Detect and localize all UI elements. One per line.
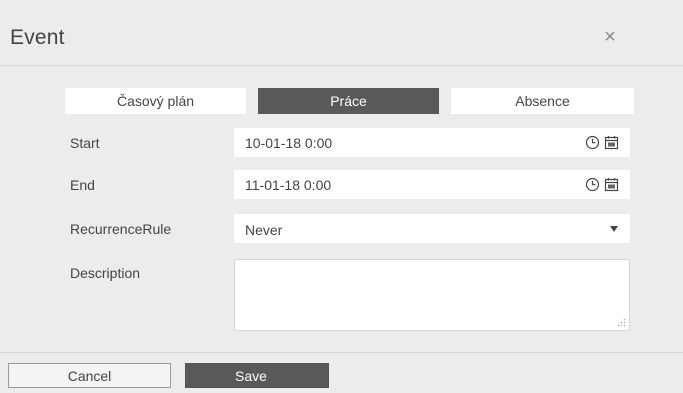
event-dialog: Event × Časový plán Práce Absence Start …	[0, 0, 683, 393]
resize-grip-icon[interactable]	[616, 317, 626, 327]
start-label: Start	[70, 135, 100, 151]
close-icon[interactable]: ×	[600, 27, 620, 47]
recurrence-label: RecurrenceRule	[70, 221, 172, 237]
end-datetime-field[interactable]: 11-01-18 0:00	[234, 170, 630, 199]
chevron-down-icon[interactable]	[610, 226, 618, 232]
save-button[interactable]: Save	[185, 363, 329, 388]
clock-icon[interactable]	[585, 177, 600, 192]
cancel-button[interactable]: Cancel	[8, 363, 171, 388]
dialog-footer: Cancel Save	[0, 352, 683, 393]
calendar-icon[interactable]	[604, 177, 619, 192]
dialog-header: Event ×	[0, 12, 683, 66]
description-textarea[interactable]	[234, 259, 630, 331]
tab-prace[interactable]: Práce	[258, 88, 439, 114]
tab-casovy-plan[interactable]: Časový plán	[65, 88, 246, 114]
start-value: 10-01-18 0:00	[245, 135, 333, 151]
recurrence-dropdown[interactable]: Never	[234, 214, 630, 243]
clock-icon[interactable]	[585, 135, 600, 150]
start-datetime-field[interactable]: 10-01-18 0:00	[234, 128, 630, 157]
end-label: End	[70, 177, 95, 193]
calendar-icon[interactable]	[604, 135, 619, 150]
end-value: 11-01-18 0:00	[245, 177, 332, 193]
description-label: Description	[70, 265, 141, 281]
dialog-title: Event	[10, 26, 65, 49]
recurrence-value: Never	[245, 222, 283, 238]
tab-absence[interactable]: Absence	[451, 88, 634, 114]
